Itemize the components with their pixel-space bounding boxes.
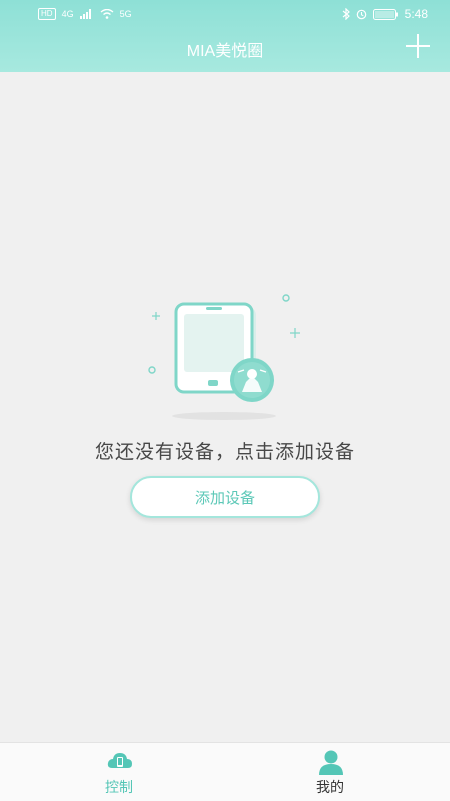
header-bar: HD 4G 5G 5:48 MIA美悦圈 xyxy=(0,0,450,72)
status-right: 5:48 xyxy=(342,7,428,21)
alarm-icon xyxy=(356,9,366,19)
title-bar: MIA美悦圈 xyxy=(0,30,450,66)
signal-icon xyxy=(79,9,91,19)
status-left: HD 4G 5G xyxy=(38,8,132,20)
network-indicator: 4G xyxy=(61,9,74,19)
status-bar: HD 4G 5G 5:48 xyxy=(0,0,450,30)
tab-label: 我的 xyxy=(316,779,344,795)
page-title: MIA美悦圈 xyxy=(186,43,264,60)
add-device-plus-icon[interactable] xyxy=(406,34,430,58)
empty-state-message: 您还没有设备，点击添加设备 xyxy=(94,442,355,463)
wifi-icon xyxy=(100,9,114,19)
user-icon xyxy=(319,750,343,775)
bluetooth-icon xyxy=(342,8,350,20)
hd-indicator: HD xyxy=(38,8,56,20)
bottom-tab-bar: 控制 我的 xyxy=(0,742,450,801)
tab-control[interactable]: 控制 xyxy=(59,743,179,801)
phone-device-icon xyxy=(148,294,300,420)
tab-mine[interactable]: 我的 xyxy=(270,743,390,801)
battery-icon xyxy=(372,8,398,20)
clock: 5:48 xyxy=(404,7,428,21)
cloud-phone-icon xyxy=(107,753,132,768)
add-device-button[interactable]: 添加设备 xyxy=(130,476,320,518)
tab-label: 控制 xyxy=(105,779,133,795)
wifi-band: 5G xyxy=(119,9,132,19)
